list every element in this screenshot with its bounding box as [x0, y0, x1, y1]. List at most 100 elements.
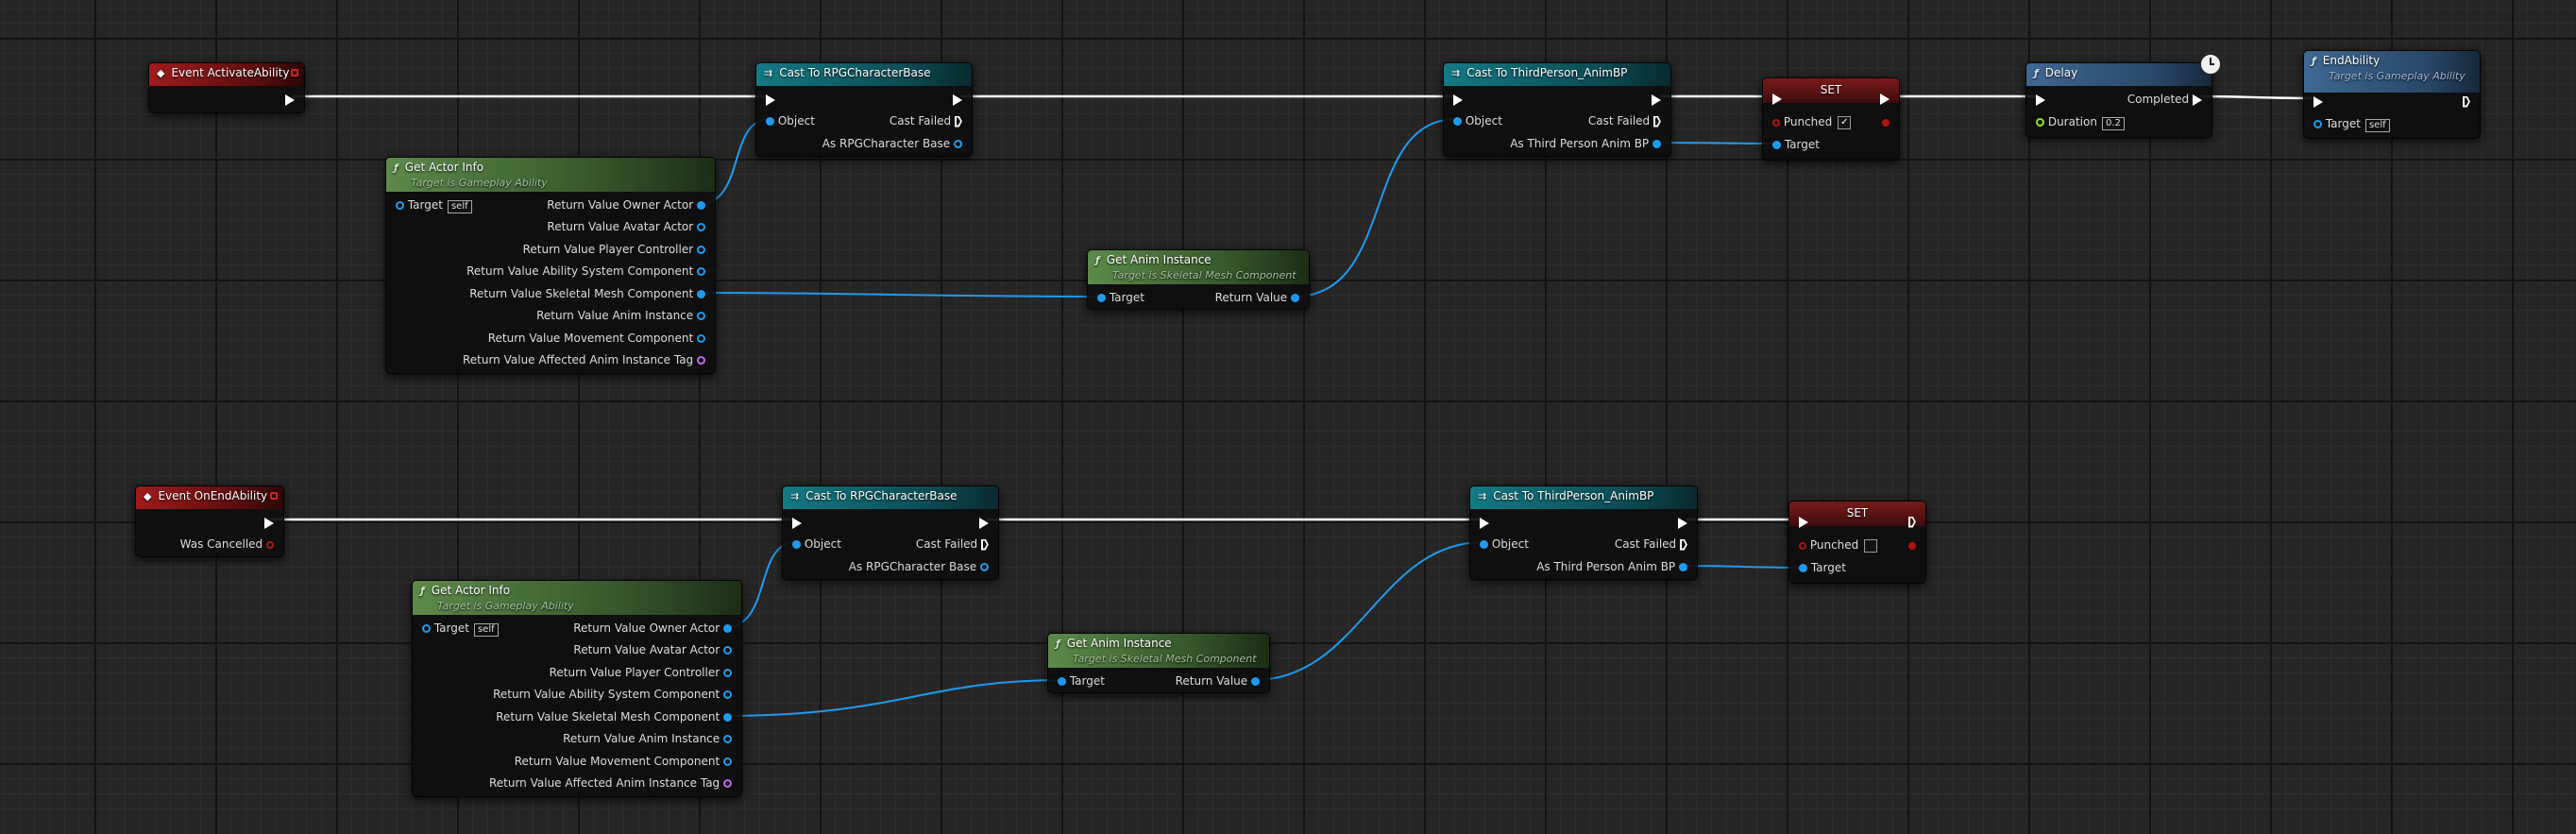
function-icon: ƒ: [420, 585, 425, 597]
owner-actor-pin[interactable]: Return Value Owner Actor: [573, 621, 732, 636]
exec-out-pin[interactable]: [953, 92, 962, 107]
event-on-end-ability-node[interactable]: ◆ Event OnEndAbility Was Cancelled: [135, 485, 284, 557]
exec-out-pin[interactable]: [1880, 91, 1890, 106]
player-controller-pin[interactable]: Return Value Player Controller: [523, 242, 705, 257]
completed-pin[interactable]: Completed: [2127, 92, 2202, 107]
exec-out-pin[interactable]: [1652, 92, 1661, 107]
cast-to-thirdperson-animbp-node[interactable]: ⇉ Cast To ThirdPerson_AnimBP Object Cast …: [1469, 485, 1698, 580]
exec-in-pin[interactable]: [766, 92, 775, 107]
object-pin[interactable]: Object: [766, 113, 815, 128]
skeletal-mesh-component-pin[interactable]: Return Value Skeletal Mesh Component: [496, 709, 732, 724]
ability-system-component-pin[interactable]: Return Value Ability System Component: [493, 687, 732, 702]
exec-out-pin[interactable]: [264, 515, 274, 530]
event-activate-ability-node[interactable]: ◆ Event ActivateAbility: [148, 62, 305, 113]
affected-anim-instance-tag-pin[interactable]: Return Value Affected Anim Instance Tag: [463, 352, 705, 367]
pin-label: Return Value Player Controller: [549, 666, 720, 679]
as-rpgcharacter-base-pin[interactable]: As RPGCharacter Base: [822, 136, 962, 151]
node-header: ⇉ Cast To ThirdPerson_AnimBP: [1470, 486, 1697, 509]
player-controller-pin[interactable]: Return Value Player Controller: [550, 665, 732, 680]
self-value[interactable]: self: [473, 623, 499, 637]
self-value[interactable]: self: [447, 200, 472, 213]
ability-system-component-pin[interactable]: Return Value Ability System Component: [466, 264, 705, 279]
get-anim-instance-node[interactable]: ƒ Get Anim Instance Target is Skeletal Me…: [1047, 633, 1270, 693]
punched-pin[interactable]: Punched ✓: [1772, 114, 1852, 129]
get-actor-info-node[interactable]: ƒ Get Actor Info Target is Gameplay Abili…: [412, 580, 742, 797]
set-punched-node[interactable]: SET Punched Target: [1788, 501, 1926, 584]
duration-value[interactable]: 0.2: [2101, 117, 2125, 130]
affected-anim-instance-tag-pin[interactable]: Return Value Affected Anim Instance Tag: [489, 775, 732, 791]
delegate-pin[interactable]: [291, 69, 298, 77]
anim-instance-pin[interactable]: Return Value Anim Instance: [536, 308, 705, 323]
cast-failed-pin[interactable]: Cast Failed: [916, 536, 989, 552]
movement-component-pin[interactable]: Return Value Movement Component: [488, 331, 705, 346]
return-value-pin[interactable]: Return Value: [1215, 290, 1299, 305]
duration-pin[interactable]: Duration 0.2: [2036, 114, 2125, 130]
cast-failed-pin[interactable]: Cast Failed: [890, 113, 962, 128]
exec-in-pin[interactable]: [2313, 94, 2323, 109]
object-pin[interactable]: Object: [1453, 113, 1502, 128]
node-header: ƒ Get Anim Instance Target is Skeletal Me…: [1088, 250, 1309, 284]
as-third-person-anim-bp-pin[interactable]: As Third Person Anim BP: [1536, 559, 1687, 574]
target-pin[interactable]: Target: [1799, 560, 1846, 575]
skeletal-mesh-component-pin[interactable]: Return Value Skeletal Mesh Component: [469, 286, 705, 301]
exec-in-pin[interactable]: [1799, 514, 1808, 529]
target-pin[interactable]: Target self: [2313, 116, 2390, 132]
as-rpgcharacter-base-pin[interactable]: As RPGCharacter Base: [849, 559, 989, 574]
punched-checkbox[interactable]: ✓: [1838, 115, 1852, 129]
pin-label: Punched: [1809, 538, 1859, 552]
cast-to-rpgcharacterbase-node[interactable]: ⇉ Cast To RPGCharacterBase Object Cast Fa…: [782, 485, 999, 580]
pin-label: Return Value Anim Instance: [536, 309, 694, 322]
get-anim-instance-node[interactable]: ƒ Get Anim Instance Target is Skeletal Me…: [1087, 249, 1310, 310]
exec-in-pin[interactable]: [1772, 91, 1782, 106]
pin-label: Cast Failed: [889, 114, 952, 128]
pin-label: Target: [1109, 291, 1144, 304]
movement-component-pin[interactable]: Return Value Movement Component: [515, 754, 732, 769]
owner-actor-pin[interactable]: Return Value Owner Actor: [547, 197, 705, 213]
cast-to-thirdperson-animbp-node[interactable]: ⇉ Cast To ThirdPerson_AnimBP Object Cast …: [1443, 62, 1671, 157]
object-pin[interactable]: Object: [792, 536, 841, 552]
exec-out-pin[interactable]: [979, 515, 989, 530]
cast-failed-pin[interactable]: Cast Failed: [1615, 536, 1687, 552]
exec-in-pin[interactable]: [1453, 92, 1463, 107]
punched-out-pin[interactable]: [1908, 537, 1916, 553]
target-pin[interactable]: Target self: [422, 621, 499, 637]
return-value-pin[interactable]: Return Value: [1176, 673, 1260, 689]
cast-failed-pin[interactable]: Cast Failed: [1588, 113, 1661, 128]
target-pin[interactable]: Target: [1772, 137, 1820, 152]
cast-to-rpgcharacterbase-node[interactable]: ⇉ Cast To RPGCharacterBase Object Cast Fa…: [755, 62, 973, 157]
target-pin[interactable]: Target: [1058, 673, 1105, 689]
punched-checkbox[interactable]: [1864, 538, 1878, 553]
pin-label: Return Value Ability System Component: [466, 264, 694, 278]
anim-instance-pin[interactable]: Return Value Anim Instance: [563, 731, 732, 746]
node-title: Get Actor Info: [431, 584, 511, 597]
delegate-pin[interactable]: [270, 492, 278, 500]
punched-out-pin[interactable]: [1882, 114, 1890, 129]
exec-out-pin[interactable]: [1908, 514, 1916, 529]
pin-label: Return Value Avatar Actor: [573, 643, 720, 656]
object-wire: [698, 292, 1103, 298]
set-punched-node[interactable]: SET Punched ✓ Target: [1762, 77, 1900, 161]
exec-in-pin[interactable]: [1480, 515, 1489, 530]
target-pin[interactable]: Target: [1097, 290, 1144, 305]
avatar-actor-pin[interactable]: Return Value Avatar Actor: [547, 219, 705, 234]
as-third-person-anim-bp-pin[interactable]: As Third Person Anim BP: [1510, 136, 1661, 151]
exec-in-pin[interactable]: [2036, 92, 2045, 107]
avatar-actor-pin[interactable]: Return Value Avatar Actor: [573, 642, 732, 657]
get-actor-info-node[interactable]: ƒ Get Actor Info Target is Gameplay Abili…: [385, 157, 716, 374]
exec-out-pin[interactable]: [1678, 515, 1687, 530]
exec-in-pin[interactable]: [792, 515, 802, 530]
exec-out-pin[interactable]: [285, 92, 295, 107]
cast-icon: ⇉: [790, 490, 800, 502]
delay-node[interactable]: ƒ Delay Completed Duration 0.2: [2025, 62, 2212, 138]
exec-out-pin[interactable]: [2463, 94, 2470, 109]
node-title: Get Anim Instance: [1106, 253, 1212, 266]
node-header: ⇉ Cast To RPGCharacterBase: [756, 63, 972, 86]
pin-label: Target: [1069, 674, 1105, 688]
self-value[interactable]: self: [2364, 119, 2390, 132]
object-pin[interactable]: Object: [1480, 536, 1529, 552]
node-header: SET: [1789, 502, 1925, 526]
was-cancelled-pin[interactable]: Was Cancelled: [180, 536, 274, 552]
end-ability-node[interactable]: ƒ EndAbility Target is Gameplay Ability T…: [2303, 50, 2481, 139]
punched-pin[interactable]: Punched: [1799, 537, 1878, 553]
target-pin[interactable]: Target self: [396, 197, 472, 213]
